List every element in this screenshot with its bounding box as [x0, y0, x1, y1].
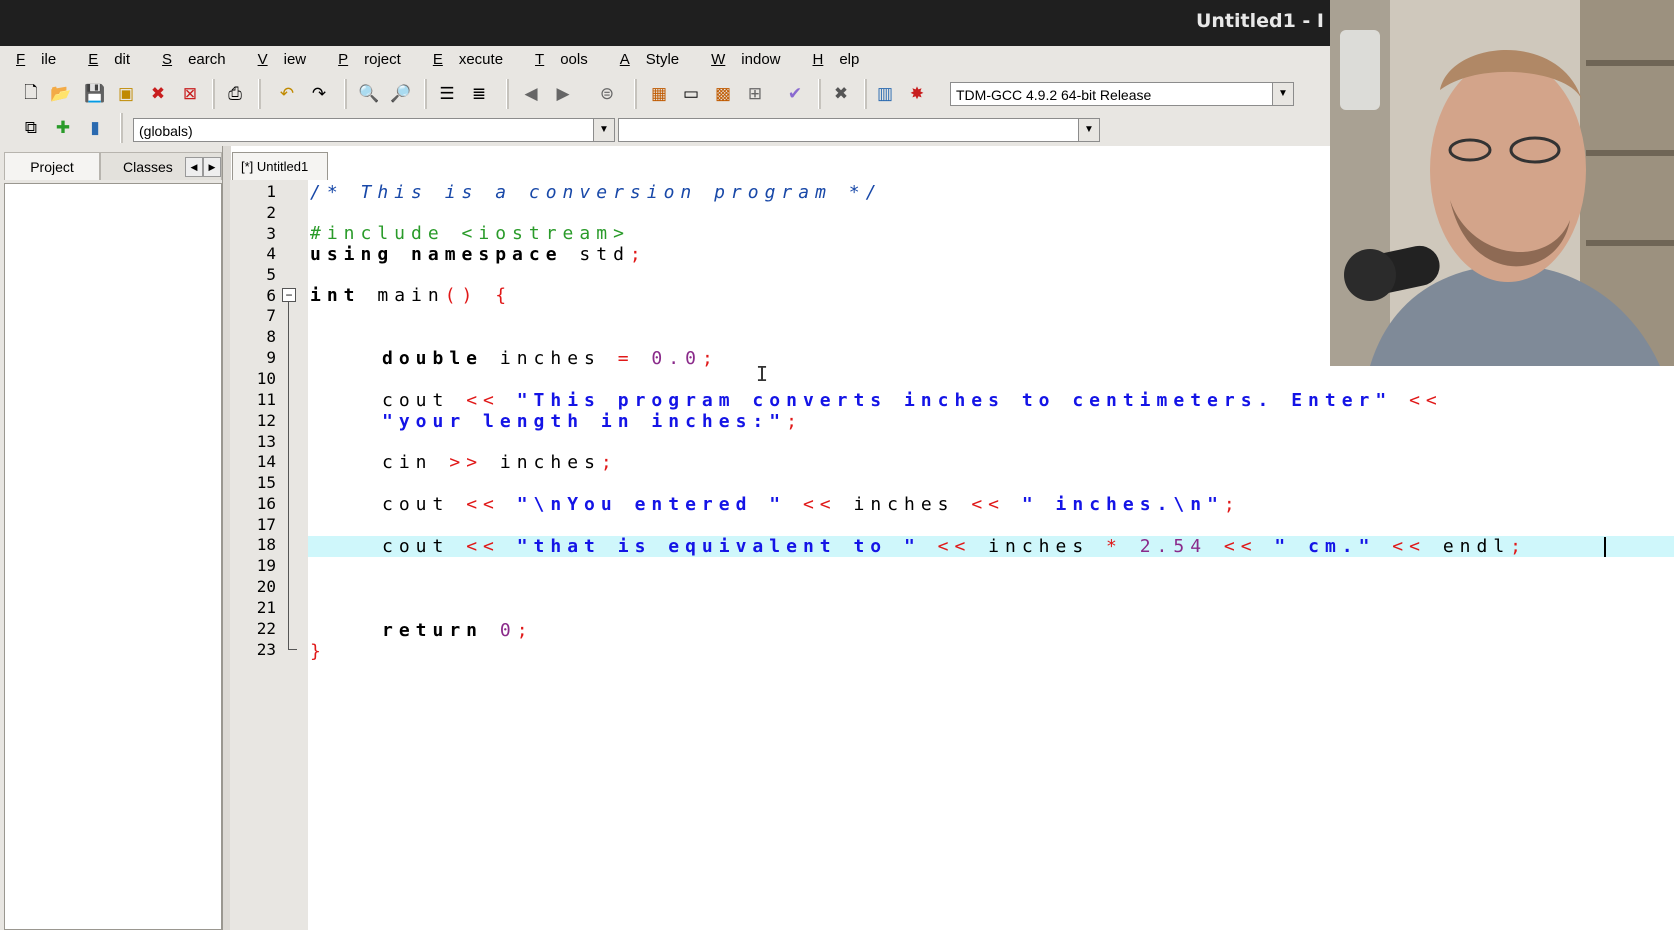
menu-edit[interactable]: Edit — [72, 46, 146, 74]
toolbar-separator — [424, 79, 427, 109]
chevron-down-icon[interactable]: ▼ — [593, 119, 614, 141]
menu-window[interactable]: Window — [695, 46, 796, 74]
compiler-select-value: TDM-GCC 4.9.2 64-bit Release — [956, 87, 1152, 103]
tab-classes[interactable]: Classes ◀ ▶ — [100, 152, 222, 180]
scope-select[interactable]: (globals) ▼ — [133, 118, 615, 142]
indent-icon[interactable]: ☰ — [434, 81, 460, 107]
toolbar-separator — [864, 79, 867, 109]
code-line: cout << "This program converts inches to… — [382, 390, 1443, 411]
chevron-down-icon[interactable]: ▼ — [1078, 119, 1099, 141]
debug-icon[interactable]: ✸ — [904, 81, 930, 107]
toolbar-separator — [506, 79, 509, 109]
window-title: Untitled1 - I — [1195, 10, 1324, 32]
editor-tab-untitled1[interactable]: [*] Untitled1 — [232, 152, 328, 180]
unindent-icon[interactable]: ≣ — [466, 81, 492, 107]
menu-help[interactable]: Help — [797, 46, 876, 74]
menu-execute[interactable]: Execute — [417, 46, 519, 74]
fold-end — [288, 649, 297, 650]
bookmark-back-icon[interactable]: ◀ — [518, 81, 544, 107]
code-line-current: cout << "that is equivalent to " << inch… — [308, 536, 1674, 557]
scope-select-value: (globals) — [139, 123, 193, 139]
compiler-select[interactable]: TDM-GCC 4.9.2 64-bit Release ▼ — [950, 82, 1294, 106]
toolbar-separator — [120, 113, 123, 143]
undo-icon[interactable]: ↶ — [274, 81, 300, 107]
menu-tools[interactable]: Tools — [519, 46, 604, 74]
code-line: cin >> inches; — [382, 452, 618, 473]
stop-icon[interactable]: ✖ — [828, 81, 854, 107]
syntax-check-icon[interactable]: ✔ — [782, 81, 808, 107]
compile-run-icon[interactable]: ▩ — [710, 81, 736, 107]
fold-line — [288, 302, 289, 650]
print-icon[interactable]: ⎙ — [222, 81, 248, 107]
function-select[interactable]: ▼ — [618, 118, 1100, 142]
open-file-icon[interactable]: 📂 — [48, 81, 74, 107]
goto-icon[interactable]: ✚ — [50, 115, 76, 141]
close-all-icon[interactable]: ⊠ — [177, 81, 203, 107]
toolbar-separator — [818, 79, 821, 109]
toggle-bookmark-icon[interactable]: ⊜ — [594, 81, 620, 107]
tab-project[interactable]: Project — [4, 152, 100, 180]
webcam-overlay — [1330, 0, 1674, 366]
code-line: return 0; — [382, 620, 534, 641]
save-all-icon[interactable]: ▣ — [113, 81, 139, 107]
new-file-icon[interactable]: 🗋 — [18, 81, 44, 107]
find-icon[interactable]: 🔍 — [356, 81, 382, 107]
compile-icon[interactable]: ▦ — [646, 81, 672, 107]
webcam-person-image — [1330, 0, 1674, 366]
menu-search[interactable]: Search — [146, 46, 242, 74]
main-toolbar: 🗋 📂 💾 ▣ ✖ ⊠ ⎙ ↶ ↷ 🔍 🔎 ☰ ≣ ◀ ▶ ⊜ ▦ ▭ ▩ ⊞ … — [0, 74, 1330, 114]
save-icon[interactable]: 💾 — [82, 81, 108, 107]
menu-view[interactable]: View — [242, 46, 323, 74]
text-cursor — [1604, 537, 1606, 557]
ibeam-cursor-icon: I — [756, 362, 769, 386]
toolbar-separator — [258, 79, 261, 109]
menu-project[interactable]: Project — [322, 46, 417, 74]
code-line: "your length in inches:"; — [382, 411, 803, 432]
code-line: cout << "\nYou entered " << inches << " … — [382, 494, 1241, 515]
class-toolbar: ⧉ ✚ ▮ (globals) ▼ ▼ — [0, 110, 1330, 146]
rebuild-icon[interactable]: ⊞ — [742, 81, 768, 107]
bookmark-forward-icon[interactable]: ▶ — [550, 81, 576, 107]
redo-icon[interactable]: ↷ — [306, 81, 332, 107]
bookmark-icon[interactable]: ▮ — [82, 115, 108, 141]
toolbar-separator — [634, 79, 637, 109]
toolbar-separator — [344, 79, 347, 109]
chevron-right-icon[interactable]: ▶ — [203, 157, 221, 177]
project-tree[interactable] — [4, 183, 222, 930]
insert-icon[interactable]: ⧉ — [18, 115, 44, 141]
toolbar-separator — [212, 79, 215, 109]
run-icon[interactable]: ▭ — [678, 81, 704, 107]
fold-minus-icon[interactable]: − — [282, 288, 296, 302]
menu-bar: File Edit Search View Project Execute Tools A St… — [0, 46, 1330, 74]
code-line: } — [310, 641, 327, 662]
close-file-icon[interactable]: ✖ — [145, 81, 171, 107]
menu-file[interactable]: File — [0, 46, 72, 74]
chevron-left-icon[interactable]: ◀ — [185, 157, 203, 177]
menu-astyle[interactable]: A Style — [604, 46, 695, 74]
chevron-down-icon[interactable]: ▼ — [1272, 83, 1293, 105]
profile-icon[interactable]: ▥ — [872, 81, 898, 107]
replace-icon[interactable]: 🔎 — [388, 81, 414, 107]
